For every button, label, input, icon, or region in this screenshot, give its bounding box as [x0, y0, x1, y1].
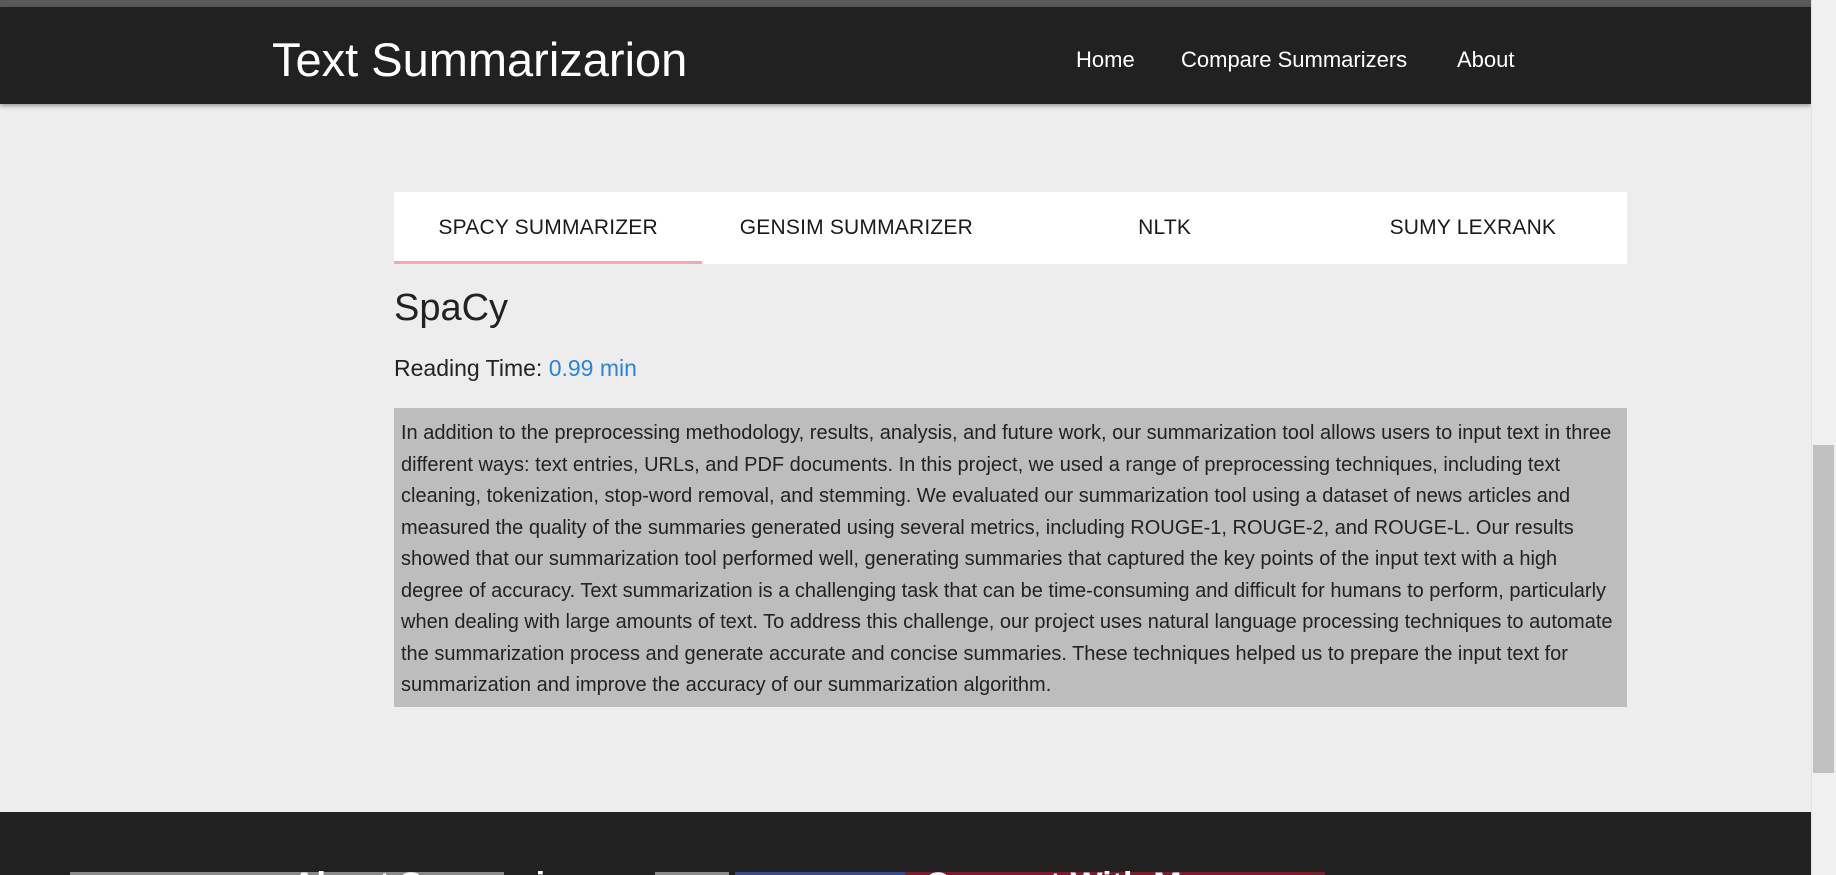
nav-link-home[interactable]: Home: [1076, 45, 1135, 75]
tab-spacy-summarizer[interactable]: SPACY SUMMARIZER: [394, 192, 703, 264]
navbar: Text Summarizarion Home Compare Summariz…: [0, 7, 1811, 104]
summary-text: In addition to the preprocessing methodo…: [394, 408, 1627, 707]
nav-link-about[interactable]: About: [1457, 45, 1515, 75]
reading-time-label: Reading Time:: [394, 355, 543, 381]
scrollbar-thumb[interactable]: [1813, 445, 1834, 773]
tab-nltk[interactable]: NLTK: [1011, 192, 1319, 264]
nav-link-compare-summarizers[interactable]: Compare Summarizers: [1181, 45, 1407, 75]
window-top-border: [0, 0, 1811, 7]
footer-heading-connect: Connect With Me: [925, 865, 1200, 875]
tab-sumy-lexrank[interactable]: SUMY LEXRANK: [1319, 192, 1627, 264]
footer: About Summarizer Connect With Me: [0, 812, 1811, 875]
footer-heading-about: About Summarizer: [292, 865, 594, 875]
reading-time-value: 0.99 min: [548, 355, 637, 381]
summarizer-tabs: SPACY SUMMARIZER GENSIM SUMMARIZER NLTK …: [394, 192, 1627, 264]
section-title: SpaCy: [394, 287, 509, 329]
brand-title[interactable]: Text Summarizarion: [272, 30, 687, 90]
reading-time: Reading Time: 0.99 min: [394, 353, 637, 383]
tab-gensim-summarizer[interactable]: GENSIM SUMMARIZER: [702, 192, 1010, 264]
